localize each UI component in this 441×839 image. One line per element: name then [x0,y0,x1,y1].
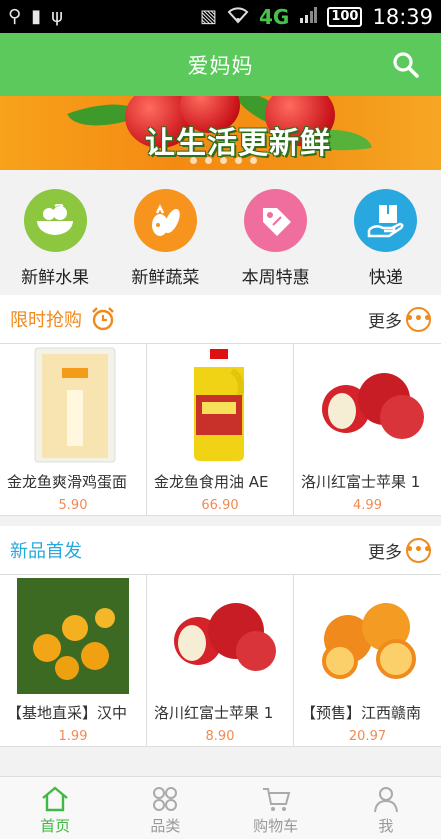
banner-slogan: 让生活更新鲜 [145,126,331,161]
tab-categories[interactable]: 品类 [110,777,220,839]
product-card[interactable]: 金龙鱼食用油 AE 66.90 [147,344,294,516]
product-price: 8.90 [205,729,235,744]
section-title: 限时抢购 [10,306,116,332]
product-card[interactable]: 【基地直采】汉中 1.99 [0,575,147,747]
more-label: 更多 [368,542,402,563]
section-header: 限时抢购 更多 ••• [0,295,441,343]
delivery-box-icon [354,189,418,252]
usb-icon: ψ [51,5,63,27]
home-icon [42,786,68,812]
wifi-icon [227,6,249,28]
product-name: 金龙鱼食用油 AE [154,473,269,491]
carousel-dot [250,157,257,164]
screenshot-search-icon: ⚲ [8,5,22,27]
carousel-dot [220,157,227,164]
fruit-bowl-icon [23,189,87,252]
carousel-indicator [190,157,257,164]
category-fruit[interactable]: 新鲜水果 [0,189,110,295]
product-price: 66.90 [201,498,239,513]
section-header: 新品首发 更多 ••• [0,526,441,574]
product-image [0,575,146,696]
product-name: 【基地直采】汉中 [7,704,128,722]
category-grid-icon [153,787,178,811]
tab-profile[interactable]: 我 [331,777,441,839]
sim-card-icon: ▮ [31,5,42,27]
tab-home[interactable]: 首页 [0,777,110,839]
section-title-text: 限时抢购 [10,310,82,331]
product-name: 洛川红富士苹果 1 [301,473,421,491]
tab-label: 购物车 [253,817,299,835]
more-dots-icon: ••• [405,537,432,563]
product-image [147,575,293,696]
new-arrivals-section: 新品首发 更多 ••• 【基地直采】汉中 1.99 洛川红富士苹果 1 8.90 [0,526,441,747]
product-card[interactable]: 洛川红富士苹果 1 4.99 [294,344,441,516]
product-card[interactable]: 洛川红富士苹果 1 8.90 [147,575,294,747]
alarm-clock-icon [92,307,114,331]
category-vegetable[interactable]: 新鲜蔬菜 [110,189,220,295]
page-title: 爱妈妈 [187,53,254,78]
product-image [294,344,441,465]
product-name: 金龙鱼爽滑鸡蛋面 [7,473,128,491]
search-icon [393,52,419,78]
more-button[interactable]: 更多 ••• [368,537,432,563]
battery-level: 100 [327,6,363,27]
category-label: 本周特惠 [241,268,310,288]
product-name: 【预售】江西赣南 [301,704,422,722]
carousel-dot [235,157,242,164]
more-label: 更多 [368,311,402,332]
carousel-dot [205,157,212,164]
product-grid: 【基地直采】汉中 1.99 洛川红富士苹果 1 8.90 【预售】江西赣南 20… [0,574,441,747]
more-dots-icon: ••• [405,306,432,332]
tab-label: 首页 [40,817,71,835]
more-button[interactable]: 更多 ••• [368,306,432,332]
product-image [0,344,146,465]
signal-icon [299,6,318,27]
product-card[interactable]: 【预售】江西赣南 20.97 [294,575,441,747]
app-screen: ⚲ ▮ ψ ▧ 4G 100 18:39 爱妈妈 让生活更新鲜 新鲜水果 新鲜蔬… [0,0,441,839]
product-name: 洛川红富士苹果 1 [154,704,274,722]
section-title: 新品首发 [10,537,82,563]
app-header: 爱妈妈 [0,33,441,96]
flash-sale-section: 限时抢购 更多 ••• 金龙鱼爽滑鸡蛋面 5.90 金龙鱼食用油 AE 66.9… [0,295,441,516]
section-title-text: 新品首发 [10,541,82,562]
tab-label: 品类 [150,817,181,835]
status-bar: ⚲ ▮ ψ ▧ 4G 100 18:39 [0,0,441,33]
product-price: 1.99 [58,729,88,744]
category-label: 新鲜水果 [21,268,90,288]
category-label: 新鲜蔬菜 [131,268,200,288]
product-grid: 金龙鱼爽滑鸡蛋面 5.90 金龙鱼食用油 AE 66.90 洛川红富士苹果 1 … [0,343,441,516]
clock: 18:39 [372,4,433,29]
vibrate-icon: ▧ [199,5,217,27]
bottom-tab-bar: 首页 品类 购物车 我 [0,776,441,839]
product-price: 5.90 [58,498,88,513]
user-icon [373,787,398,813]
category-weekly-deals[interactable]: 本周特惠 [221,189,331,295]
product-image [147,344,293,465]
tab-label: 我 [378,817,394,835]
search-button[interactable] [391,50,421,80]
category-delivery[interactable]: 快递 [331,189,441,295]
price-tag-icon [244,189,308,252]
product-price: 4.99 [353,498,382,513]
tab-cart[interactable]: 购物车 [221,777,331,839]
network-type: 4G [258,4,290,29]
category-nav: 新鲜水果 新鲜蔬菜 本周特惠 快递 [0,170,441,295]
category-label: 快递 [368,268,403,288]
product-card[interactable]: 金龙鱼爽滑鸡蛋面 5.90 [0,344,147,516]
product-image [294,575,441,696]
shopping-cart-icon [262,788,290,811]
promo-banner[interactable]: 让生活更新鲜 [0,96,441,170]
vegetable-icon [133,189,197,252]
product-price: 20.97 [348,729,387,744]
carousel-dot [190,157,197,164]
